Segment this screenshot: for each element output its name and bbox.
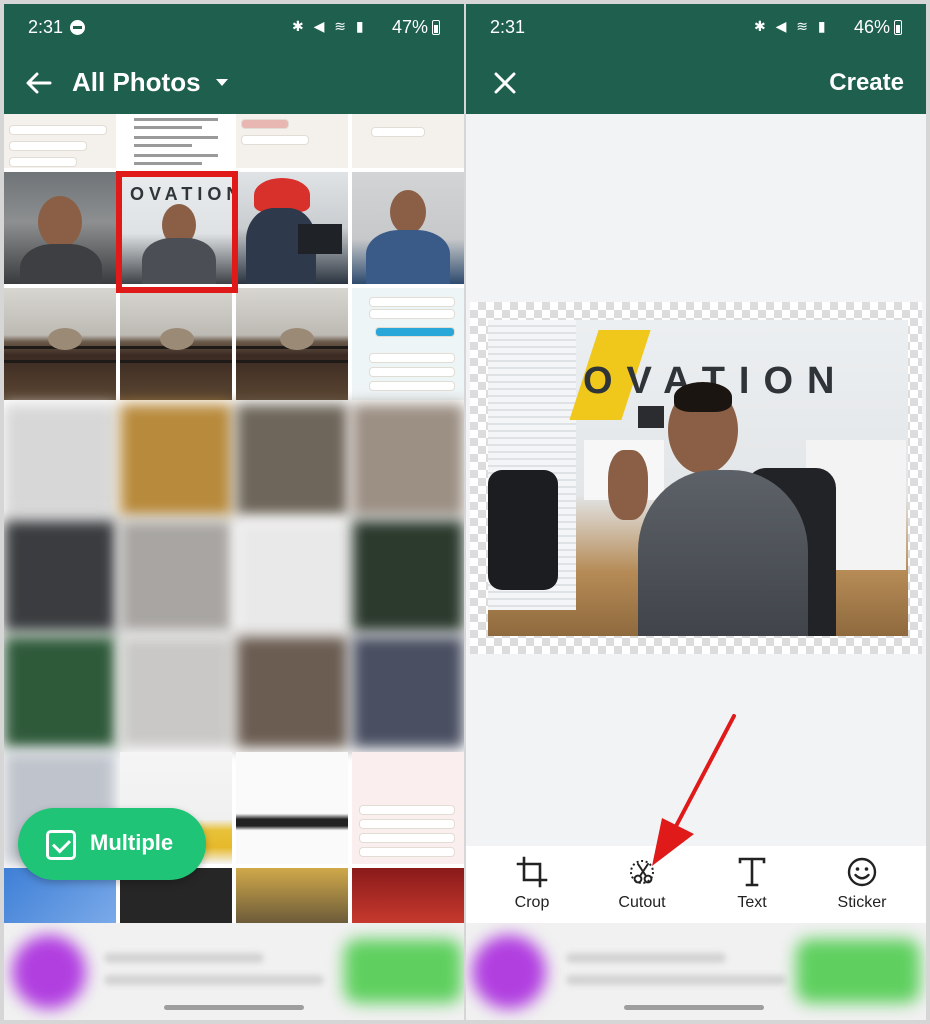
sticker-tool[interactable]: Sticker bbox=[812, 846, 912, 924]
photo-tile[interactable] bbox=[120, 288, 232, 400]
photo-tile[interactable] bbox=[352, 868, 464, 929]
album-title[interactable]: All Photos bbox=[72, 67, 201, 98]
cutout-label: Cutout bbox=[618, 894, 666, 911]
photo-tile[interactable] bbox=[4, 288, 116, 400]
photo-tile[interactable] bbox=[4, 520, 116, 632]
person-jacket bbox=[638, 470, 808, 636]
photo-tile[interactable] bbox=[236, 114, 348, 168]
photo-tile[interactable] bbox=[236, 868, 348, 929]
person-hair bbox=[674, 382, 732, 412]
app-bar: All Photos bbox=[4, 52, 464, 114]
close-icon[interactable] bbox=[490, 68, 520, 98]
cutout-tool[interactable]: Cutout bbox=[592, 846, 692, 924]
photo-tile[interactable] bbox=[352, 172, 464, 284]
multiple-select-button[interactable]: Multiple bbox=[18, 808, 206, 880]
photo-tile-selected[interactable]: OVATION bbox=[120, 172, 232, 284]
status-bar: 2:31 ✱ ◀ ≋ ▮ 47% bbox=[4, 4, 464, 52]
photo-tile[interactable] bbox=[120, 404, 232, 516]
photo-tile[interactable] bbox=[352, 114, 464, 168]
photo-tile[interactable] bbox=[352, 752, 464, 864]
editor-screen: 2:31 ✱ ◀ ≋ ▮ 46% Create OVATION Crop Cut… bbox=[466, 4, 926, 1020]
home-indicator bbox=[164, 1005, 304, 1010]
text-label: Text bbox=[737, 894, 767, 911]
checkbox-icon bbox=[46, 830, 76, 860]
status-icons: ✱ ◀ ≋ ▮ bbox=[292, 18, 367, 34]
photo-tile[interactable] bbox=[236, 752, 348, 864]
photo-tile[interactable] bbox=[352, 636, 464, 748]
photo-tile[interactable] bbox=[236, 172, 348, 284]
dropdown-caret-icon[interactable] bbox=[216, 79, 228, 86]
create-button[interactable]: Create bbox=[829, 69, 904, 97]
app-bar: Create bbox=[466, 52, 926, 114]
photo-tile[interactable] bbox=[120, 636, 232, 748]
photo-grid: OVATION bbox=[4, 114, 464, 929]
peace-hand bbox=[608, 450, 648, 520]
crop-tool[interactable]: Crop bbox=[482, 846, 582, 924]
text-tool[interactable]: Text bbox=[702, 846, 802, 924]
multiple-label: Multiple bbox=[90, 830, 174, 855]
photo-tile[interactable] bbox=[236, 288, 348, 400]
photo-tile[interactable] bbox=[352, 520, 464, 632]
photo-tile[interactable] bbox=[352, 288, 464, 400]
smiley-icon bbox=[847, 857, 877, 887]
battery-icon bbox=[894, 20, 902, 35]
photo-tile[interactable] bbox=[120, 114, 232, 168]
photo-tile[interactable] bbox=[4, 172, 116, 284]
photo-tile[interactable] bbox=[236, 636, 348, 748]
edited-photo[interactable]: OVATION bbox=[488, 320, 908, 636]
text-icon bbox=[738, 857, 766, 887]
dnd-icon bbox=[70, 20, 85, 35]
status-icons: ✱ ◀ ≋ ▮ bbox=[754, 18, 829, 34]
back-arrow-icon[interactable] bbox=[22, 66, 56, 100]
scissors-icon bbox=[630, 860, 654, 884]
photo-tile[interactable] bbox=[4, 114, 116, 168]
crop-label: Crop bbox=[514, 894, 550, 911]
photo-picker-screen: 2:31 ✱ ◀ ≋ ▮ 47% All Photos OVATIO Multi… bbox=[4, 4, 464, 1020]
photo-tile[interactable] bbox=[352, 404, 464, 516]
status-bar: 2:31 ✱ ◀ ≋ ▮ 46% bbox=[466, 4, 926, 52]
sticker-label: Sticker bbox=[837, 894, 887, 911]
monitor bbox=[638, 406, 664, 428]
photo-tile[interactable] bbox=[120, 520, 232, 632]
photo-tile[interactable] bbox=[4, 636, 116, 748]
crop-icon bbox=[516, 856, 548, 888]
editor-toolbar: Crop Cutout Text Sticker bbox=[466, 846, 926, 924]
editor-canvas[interactable]: OVATION bbox=[470, 302, 922, 654]
battery-percent: 47% bbox=[392, 17, 429, 37]
battery-percent: 46% bbox=[854, 17, 891, 37]
status-time: 2:31 bbox=[490, 17, 526, 37]
photo-tile[interactable] bbox=[4, 404, 116, 516]
battery-icon bbox=[432, 20, 440, 35]
photo-tile[interactable] bbox=[236, 404, 348, 516]
office-chair bbox=[488, 470, 558, 590]
photo-tile[interactable] bbox=[236, 520, 348, 632]
home-indicator bbox=[624, 1005, 764, 1010]
status-time: 2:31 bbox=[28, 17, 64, 37]
